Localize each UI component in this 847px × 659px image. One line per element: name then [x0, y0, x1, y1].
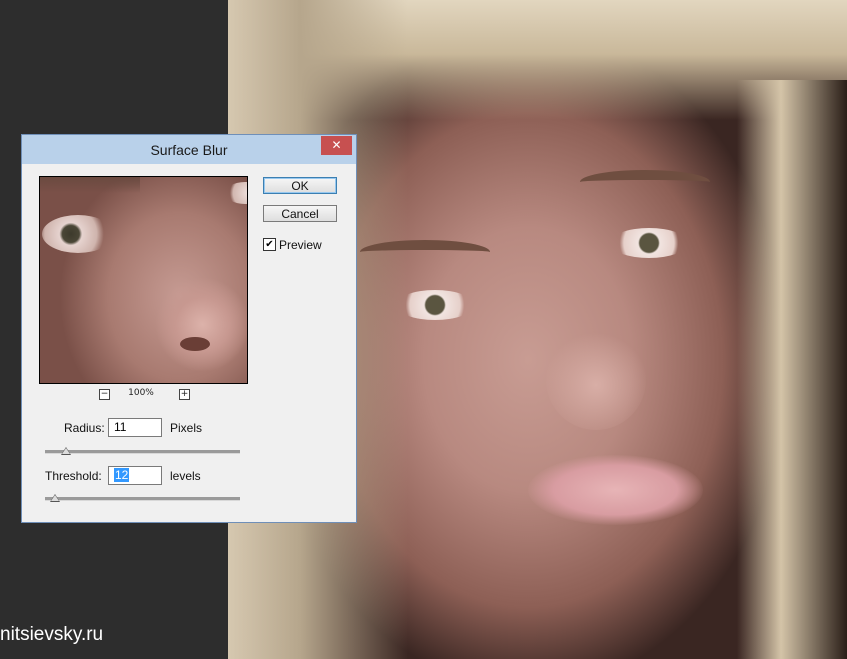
- preview-eye: [42, 215, 114, 253]
- preview-nose: [155, 277, 247, 372]
- dialog-titlebar[interactable]: Surface Blur ✕: [22, 135, 356, 164]
- zoom-in-icon[interactable]: +: [179, 389, 190, 400]
- dialog-body: − 100% + OK Cancel ✔ Preview Radius: 11 …: [28, 164, 350, 517]
- preview-eye-corner: [225, 182, 247, 204]
- radius-slider-track[interactable]: [45, 447, 240, 455]
- right-eyebrow: [580, 170, 710, 194]
- radius-slider-thumb[interactable]: [61, 447, 72, 455]
- hair-right: [737, 80, 847, 659]
- radius-label: Radius:: [64, 421, 105, 435]
- threshold-value: 12: [114, 468, 130, 482]
- threshold-label: Threshold:: [45, 469, 102, 483]
- threshold-unit: levels: [170, 469, 201, 483]
- threshold-input[interactable]: 12: [108, 466, 162, 485]
- ok-button[interactable]: OK: [263, 177, 337, 194]
- close-button[interactable]: ✕: [321, 136, 352, 155]
- zoom-level: 100%: [128, 388, 154, 398]
- preview-nostril: [180, 337, 210, 351]
- watermark-text: nitsievsky.ru: [0, 624, 104, 645]
- radius-input[interactable]: 11: [108, 418, 162, 437]
- radius-unit: Pixels: [170, 421, 203, 435]
- surface-blur-dialog: Surface Blur ✕ − 100% + OK Cancel ✔ Prev…: [21, 134, 357, 523]
- nose: [546, 330, 646, 430]
- threshold-slider-track[interactable]: [45, 494, 240, 502]
- threshold-slider-thumb[interactable]: [49, 494, 60, 502]
- lips: [528, 455, 703, 525]
- preview-thumbnail[interactable]: [39, 176, 248, 384]
- left-eye: [396, 290, 474, 320]
- right-eye: [610, 228, 688, 258]
- cancel-button[interactable]: Cancel: [263, 205, 337, 222]
- zoom-out-icon[interactable]: −: [99, 389, 110, 400]
- preview-eyebrow: [40, 177, 140, 193]
- preview-label[interactable]: Preview: [279, 238, 322, 252]
- radius-value: 11: [114, 420, 127, 434]
- dialog-title: Surface Blur: [150, 142, 228, 158]
- preview-checkbox[interactable]: ✔: [263, 238, 276, 251]
- left-eyebrow: [360, 240, 490, 264]
